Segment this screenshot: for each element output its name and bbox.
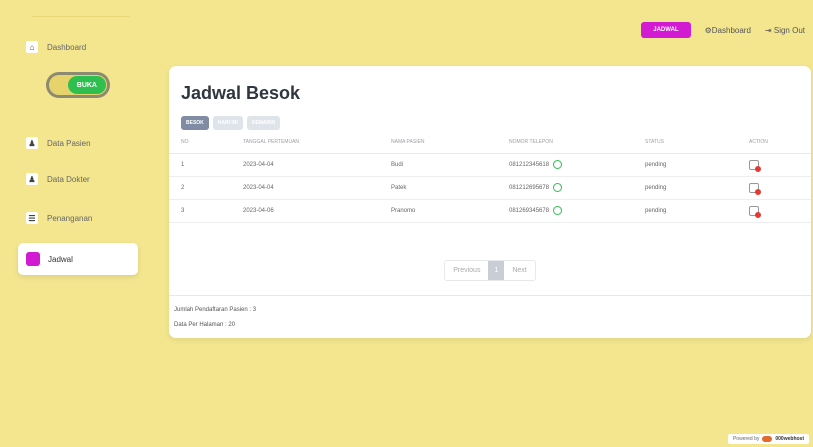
phone-number: 081269345678: [509, 208, 550, 215]
calendar-delete-icon[interactable]: [749, 182, 761, 195]
cell-action: [749, 199, 811, 223]
powered-by-brand: 000webhost: [775, 436, 804, 442]
pagination-area: Previous 1 Next: [169, 246, 811, 296]
gear-icon: ⚙: [704, 25, 712, 35]
previous-button[interactable]: Previous: [445, 261, 488, 280]
pagination: Previous 1 Next: [444, 260, 536, 281]
list-icon: ☰: [26, 212, 38, 224]
col-telepon: NOMOR TELEPON: [509, 132, 645, 154]
sidebar-item-dashboard[interactable]: ⌂ Dashboard: [18, 34, 138, 60]
table-row: 2 2023-04-04 Patek 081212695678 pending: [169, 176, 811, 200]
cell-action: [749, 176, 811, 200]
home-icon: ⌂: [26, 41, 38, 53]
cell-telepon: 081212695678: [509, 176, 645, 200]
cell-no: 2: [169, 176, 231, 200]
toggle-label: BUKA: [67, 76, 106, 94]
cell-tanggal: 2023-04-04: [231, 176, 391, 200]
sidebar-divider: [32, 16, 130, 17]
per-page-info: Data Per Halaman : 20: [174, 322, 236, 328]
cell-telepon: 081212345618: [509, 153, 645, 177]
sidebar-item-data-pasien[interactable]: ♟ Data Pasien: [18, 130, 138, 156]
col-action: ACTION: [749, 132, 811, 154]
users-icon: ♟: [26, 173, 38, 185]
table-header: NO TANGGAL PERTEMUAN NAMA PASIEN NOMOR T…: [169, 132, 811, 154]
sidebar-item-label: Data Pasien: [47, 138, 91, 148]
sidebar-item-label: Jadwal: [48, 254, 73, 264]
tab-besok[interactable]: BESOK: [181, 116, 209, 130]
calendar-delete-icon[interactable]: [749, 159, 761, 172]
sidebar-item-penanganan[interactable]: ☰ Penanganan: [18, 205, 138, 231]
cell-nama: Budi: [391, 153, 509, 177]
signout-link[interactable]: ⇥ Sign Out: [765, 26, 805, 35]
sidebar-item-data-dokter[interactable]: ♟ Data Dokter: [18, 166, 138, 192]
cell-tanggal: 2023-04-06: [231, 199, 391, 223]
cell-status: pending: [645, 176, 749, 200]
tab-hari-ini[interactable]: HARI INI: [212, 116, 243, 130]
page-title: Jadwal Besok: [181, 83, 301, 103]
signout-link-label: Sign Out: [773, 25, 805, 35]
whatsapp-icon[interactable]: [553, 206, 563, 215]
signout-icon: ⇥: [764, 25, 772, 35]
col-status: STATUS: [645, 132, 749, 154]
cell-no: 1: [169, 153, 231, 177]
col-no: NO: [169, 132, 231, 154]
page-1-button[interactable]: 1: [488, 261, 505, 280]
cell-telepon: 081269345678: [509, 199, 645, 223]
topbar: JADWAL ⚙Dashboard ⇥ Sign Out: [641, 22, 805, 38]
cell-status: pending: [645, 153, 749, 177]
next-button[interactable]: Next: [504, 261, 534, 280]
cell-nama: Pranomo: [391, 199, 509, 223]
cell-action: [749, 153, 811, 177]
sidebar-item-label: Penanganan: [47, 213, 93, 223]
whatsapp-icon[interactable]: [553, 160, 563, 169]
users-icon: ♟: [26, 137, 38, 149]
dashboard-link-label: Dashboard: [711, 25, 751, 35]
total-registrations: Jumlah Pendaftaran Pasien : 3: [174, 307, 257, 313]
sidebar: ⌂ Dashboard BUKA ♟ Data Pasien ♟ Data Do…: [18, 16, 138, 276]
powered-by-badge[interactable]: Powered by 000webhost: [727, 434, 809, 444]
tab-kemarin[interactable]: KEMARIN: [246, 116, 281, 130]
buka-toggle[interactable]: BUKA: [46, 72, 110, 98]
cell-tanggal: 2023-04-04: [231, 153, 391, 177]
dashboard-link[interactable]: ⚙Dashboard: [705, 26, 751, 35]
sidebar-item-label: Dashboard: [47, 42, 87, 52]
sidebar-item-jadwal[interactable]: Jadwal: [18, 243, 138, 275]
whatsapp-icon[interactable]: [553, 183, 563, 192]
table-row: 1 2023-04-04 Budi 081212345618 pending: [169, 153, 811, 177]
powered-by-label: Powered by: [732, 436, 760, 442]
table-row: 3 2023-04-06 Pranomo 081269345678 pendin…: [169, 199, 811, 223]
webhost-logo-icon: [762, 436, 773, 442]
schedule-card: Jadwal Besok BESOK HARI INI KEMARIN NO T…: [169, 66, 811, 338]
schedule-tabs: BESOK HARI INI KEMARIN: [181, 116, 281, 130]
phone-number: 081212695678: [509, 185, 550, 192]
phone-number: 081212345618: [509, 162, 550, 169]
calendar-icon: [26, 252, 40, 266]
col-tanggal: TANGGAL PERTEMUAN: [231, 132, 391, 154]
jadwal-button[interactable]: JADWAL: [641, 22, 691, 38]
schedule-table: NO TANGGAL PERTEMUAN NAMA PASIEN NOMOR T…: [169, 132, 811, 223]
cell-status: pending: [645, 199, 749, 223]
cell-no: 3: [169, 199, 231, 223]
sidebar-item-label: Data Dokter: [47, 174, 90, 184]
calendar-delete-icon[interactable]: [749, 205, 761, 218]
cell-nama: Patek: [391, 176, 509, 200]
col-nama: NAMA PASIEN: [391, 132, 509, 154]
